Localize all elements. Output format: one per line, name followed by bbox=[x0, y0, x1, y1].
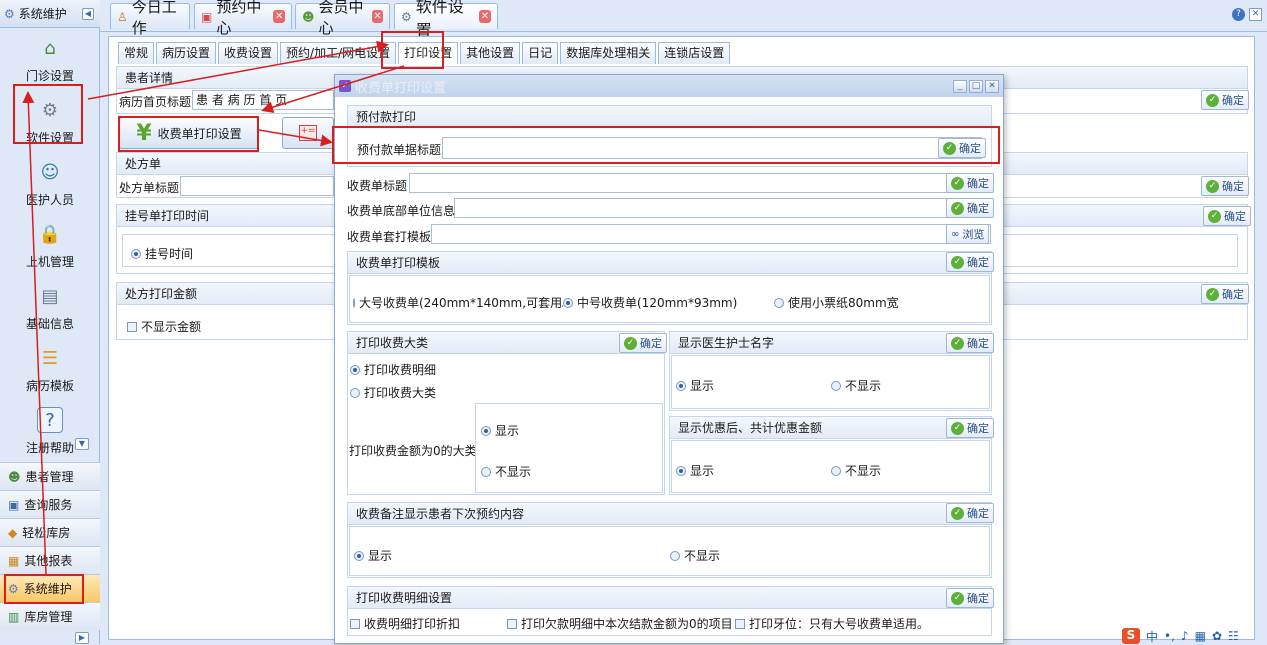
annotation-arrow bbox=[87, 40, 389, 100]
menu-icon[interactable]: ☷ bbox=[1228, 629, 1239, 643]
annotation-arrow bbox=[261, 65, 405, 114]
sogou-icon[interactable]: S bbox=[1122, 628, 1140, 644]
ime-toolbar: S 中 •, ♪ ▦ ✿ ☷ bbox=[1122, 628, 1239, 644]
microphone-icon[interactable]: ♪ bbox=[1181, 629, 1189, 643]
keyboard-icon[interactable]: ▦ bbox=[1195, 629, 1206, 643]
annotation-arrow bbox=[258, 129, 333, 147]
annotation-arrows bbox=[22, 40, 405, 575]
punctuation-icon[interactable]: •, bbox=[1164, 629, 1175, 643]
annotation-arrow bbox=[22, 91, 47, 575]
ime-lang-toggle[interactable]: 中 bbox=[1146, 628, 1158, 645]
skin-icon[interactable]: ✿ bbox=[1212, 629, 1222, 643]
